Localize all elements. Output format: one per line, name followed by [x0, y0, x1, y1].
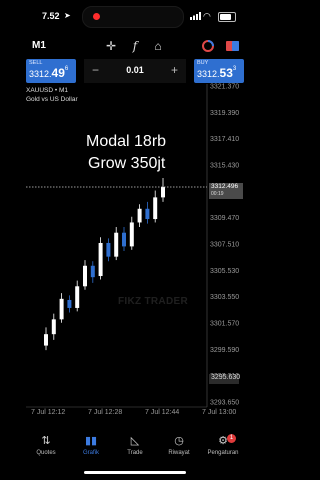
candle-up [59, 298, 64, 320]
current-price-tag: 3312.496 00:19 [209, 183, 243, 199]
bottom-navigation: ⇅ Quotes ▮▮ Grafik ◺ Trade ◷ Riwayat ⚙ P… [0, 432, 270, 466]
current-price-value: 3312.496 [211, 183, 239, 190]
candle-up [161, 187, 165, 198]
trade-icon: ◺ [130, 435, 140, 447]
chart-icon: ▮▮ [84, 435, 98, 447]
candle-down [90, 265, 95, 278]
candle-up [98, 242, 103, 277]
nav-label: Pengaturan [207, 450, 239, 456]
settings-icon: ⚙ [218, 435, 228, 447]
price-tick-label: 3319.390 [210, 110, 239, 117]
price-tick-label: 3309.470 [210, 215, 239, 222]
price-tick-label: 3293.650 [210, 400, 239, 407]
candle-down [67, 299, 72, 308]
time-label: 7 Jul 12:28 [88, 409, 123, 416]
nav-label: Quotes [36, 450, 56, 456]
nav-label: Grafik [82, 450, 99, 456]
watermark-logo: FIKZ TRADER [118, 296, 188, 307]
candle-up [137, 208, 142, 223]
candle-up [129, 222, 134, 247]
nav-label: Riwayat [168, 450, 190, 456]
price-tick-label: 3301.570 [210, 321, 239, 328]
nav-quotes[interactable]: ⇅ Quotes [22, 432, 70, 466]
price-tick-label: 3315.430 [210, 163, 239, 170]
price-tick-label: 3307.510 [210, 242, 239, 249]
candle-up [114, 232, 119, 257]
price-tick-label: 3305.530 [210, 268, 239, 275]
candle-down [122, 232, 126, 247]
price-tick-label: 3321.370 [210, 84, 239, 91]
caption-line-2: Grow 350jt [88, 155, 166, 172]
nav-history[interactable]: ◷ Riwayat [155, 432, 203, 466]
nav-chart[interactable]: ▮▮ Grafik [67, 432, 115, 466]
time-label: 7 Jul 12:44 [145, 409, 180, 416]
candle-down [145, 208, 150, 220]
caption-line-1: Modal 18rb [86, 133, 167, 150]
time-label: 7 Jul 12:12 [31, 409, 66, 416]
candle-up [153, 197, 158, 220]
candle-up [75, 286, 80, 308]
history-icon: ◷ [174, 435, 184, 447]
price-tick-label: 3303.550 [210, 294, 239, 301]
home-indicator [84, 471, 186, 474]
nav-settings[interactable]: ⚙ Pengaturan 1 [199, 432, 247, 466]
low-price-tag: 3295.630 [209, 374, 240, 384]
price-tick-label: 3317.410 [210, 136, 239, 143]
candle-up [83, 265, 87, 287]
notification-badge: 1 [227, 434, 236, 443]
candle-down [106, 242, 111, 257]
price-chart[interactable]: 3321.3703319.3903317.4103315.4303313.450… [0, 0, 270, 480]
time-axis: 7 Jul 12:12 7 Jul 12:28 7 Jul 12:44 7 Ju… [0, 409, 270, 421]
nav-trade[interactable]: ◺ Trade [111, 432, 159, 466]
candle-up [51, 319, 56, 335]
time-label: 7 Jul 13:00 [202, 409, 237, 416]
candle-up [44, 334, 48, 346]
bar-countdown: 00:19 [211, 191, 224, 197]
quotes-icon: ⇅ [41, 435, 51, 447]
price-tick-label: 3299.590 [210, 347, 239, 354]
nav-label: Trade [127, 450, 143, 456]
